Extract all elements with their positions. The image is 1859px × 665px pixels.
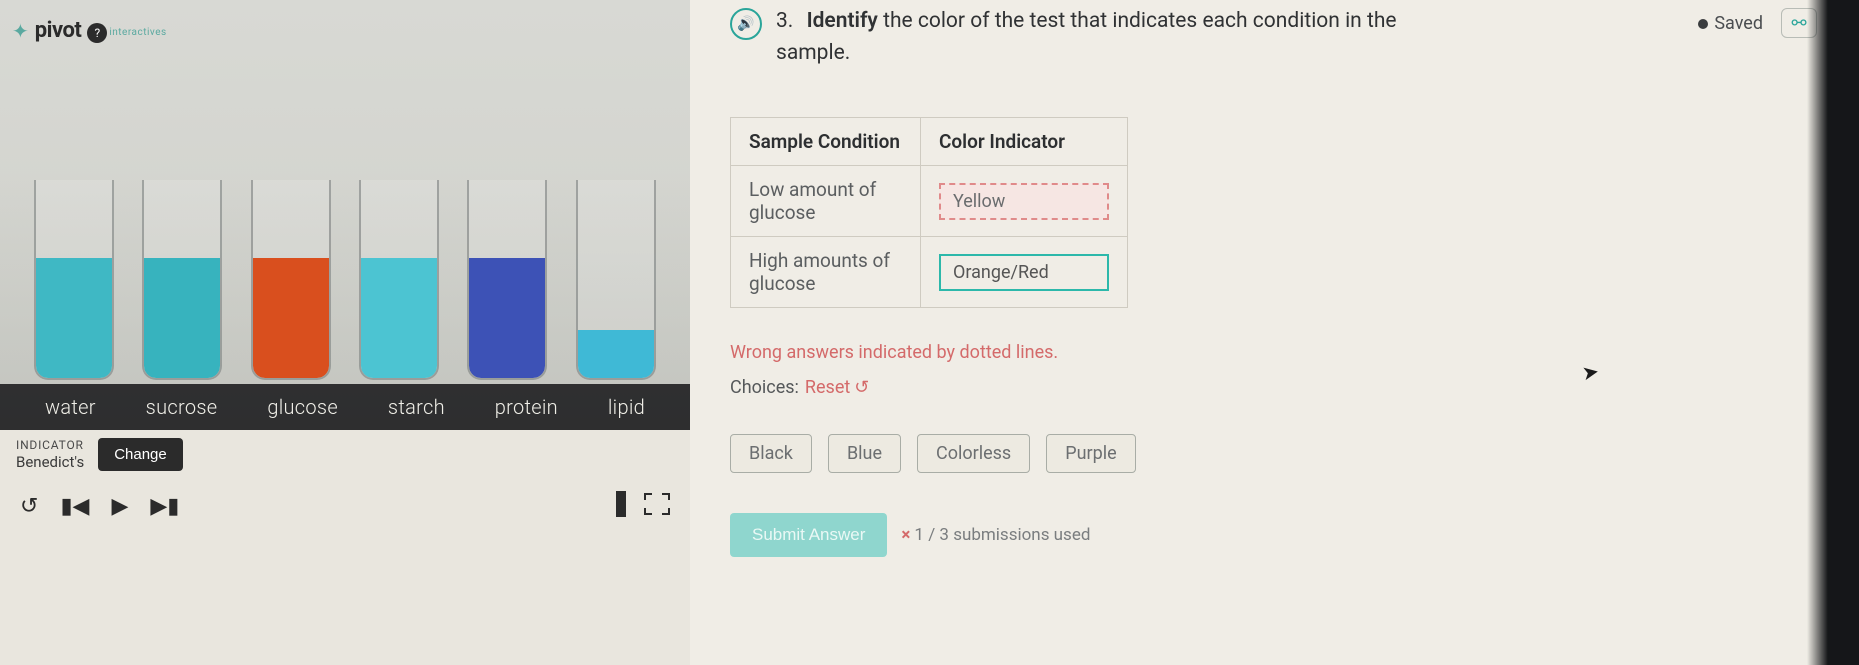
condition-cell: Low amount of glucose xyxy=(731,166,921,237)
table-row: Low amount of glucose Yellow xyxy=(731,166,1128,237)
choice-chips: Black Blue Colorless Purple xyxy=(730,434,1819,473)
chip-colorless[interactable]: Colorless xyxy=(917,434,1030,473)
logo-star-icon: ✦ xyxy=(12,19,29,43)
x-icon: × xyxy=(901,525,910,545)
indicator-label-block: INDICATOR Benedict's xyxy=(16,438,84,470)
answer-correct[interactable]: Orange/Red xyxy=(939,254,1109,291)
logo-brand: pivot xyxy=(35,18,82,43)
question-panel: Saved ⚯ 🔊 3. Identify the color of the t… xyxy=(690,0,1859,665)
question-text: 3. Identify the color of the test that i… xyxy=(776,6,1416,69)
tube-label: protein xyxy=(495,395,558,419)
tube-starch xyxy=(359,180,439,380)
tube-label: water xyxy=(45,395,96,419)
tube-glucose xyxy=(251,180,331,380)
tube-protein xyxy=(467,180,547,380)
audio-button[interactable]: 🔊 xyxy=(730,8,762,40)
prev-icon[interactable]: ▮◀ xyxy=(60,494,89,519)
submission-count: ×1 / 3 submissions used xyxy=(901,525,1090,545)
tube-water xyxy=(34,180,114,380)
submit-button[interactable]: Submit Answer xyxy=(730,513,887,557)
saved-status: Saved ⚯ xyxy=(1698,8,1817,38)
video-controls: ↺ ▮◀ ▶ ▶▮ xyxy=(0,477,690,536)
choices-row: Choices: Reset ↺ xyxy=(730,377,1819,398)
indicator-heading: INDICATOR xyxy=(16,438,84,452)
next-icon[interactable]: ▶▮ xyxy=(150,494,179,519)
question-row: 🔊 3. Identify the color of the test that… xyxy=(730,6,1819,69)
tube-label: lipid xyxy=(608,395,645,419)
play-icon[interactable]: ▶ xyxy=(111,494,128,519)
tube-lipid xyxy=(576,180,656,380)
fullscreen-icon[interactable] xyxy=(644,493,670,520)
tube-label: starch xyxy=(388,395,445,419)
condition-table: Sample Condition Color Indicator Low amo… xyxy=(730,117,1128,308)
choices-label: Choices: xyxy=(730,377,799,398)
chip-blue[interactable]: Blue xyxy=(828,434,901,473)
wrong-answer-hint: Wrong answers indicated by dotted lines. xyxy=(730,342,1819,363)
tube-label: sucrose xyxy=(146,395,218,419)
reset-button[interactable]: Reset ↺ xyxy=(805,377,869,398)
indicator-dropzone[interactable]: Yellow xyxy=(921,166,1128,237)
tube-labels-bar: water sucrose glucose starch protein lip… xyxy=(0,384,690,430)
screen-edge xyxy=(1807,0,1859,665)
tube-sucrose xyxy=(142,180,222,380)
help-icon[interactable]: ? xyxy=(87,23,107,43)
tube-label: glucose xyxy=(267,395,338,419)
table-header-indicator: Color Indicator xyxy=(921,118,1128,166)
reset-icon: ↺ xyxy=(854,377,869,398)
saved-label: Saved xyxy=(1698,13,1763,34)
answer-wrong[interactable]: Yellow xyxy=(939,183,1109,220)
condition-cell: High amounts of glucose xyxy=(731,237,921,308)
chip-black[interactable]: Black xyxy=(730,434,812,473)
question-keyword: Identify xyxy=(807,9,878,33)
indicator-dropzone[interactable]: Orange/Red xyxy=(921,237,1128,308)
indicator-name: Benedict's xyxy=(16,453,84,471)
logo-subtitle: interactives xyxy=(109,27,166,38)
video-frame: water sucrose glucose starch protein lip… xyxy=(0,0,690,430)
saved-dot-icon xyxy=(1698,19,1708,29)
volume-icon[interactable] xyxy=(616,491,626,522)
chip-purple[interactable]: Purple xyxy=(1046,434,1135,473)
simulation-panel: ✦ pivot ? interactives water sucrose glu… xyxy=(0,0,690,665)
indicator-row: INDICATOR Benedict's Change xyxy=(0,430,690,477)
restart-icon[interactable]: ↺ xyxy=(20,494,38,519)
change-indicator-button[interactable]: Change xyxy=(98,438,183,471)
question-number: 3. xyxy=(776,9,793,33)
logo: ✦ pivot ? interactives xyxy=(12,18,167,43)
submit-row: Submit Answer ×1 / 3 submissions used xyxy=(730,513,1819,557)
table-row: High amounts of glucose Orange/Red xyxy=(731,237,1128,308)
table-header-condition: Sample Condition xyxy=(731,118,921,166)
